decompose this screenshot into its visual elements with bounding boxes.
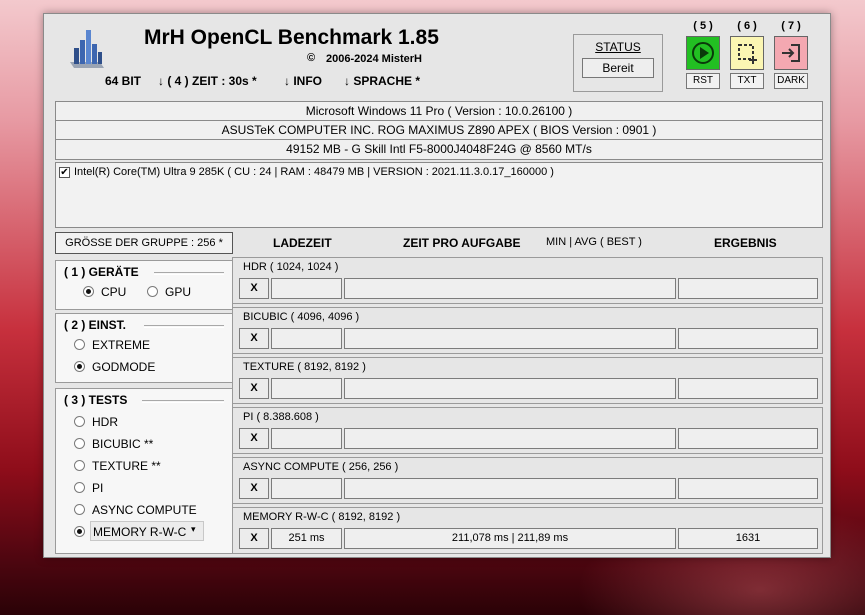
- result-cell: [678, 278, 818, 299]
- txt-export-button[interactable]: [730, 36, 764, 70]
- copyright-icon: ©: [307, 52, 316, 64]
- test-title: HDR ( 1024, 1024 ): [243, 261, 339, 273]
- clear-button[interactable]: X: [239, 528, 269, 549]
- test-radio-texture[interactable]: [74, 460, 85, 471]
- bits-label: 64 BIT: [105, 74, 142, 88]
- col-load-time: LADEZEIT: [273, 236, 332, 250]
- dark-label[interactable]: DARK: [774, 73, 808, 89]
- memory-test-select[interactable]: MEMORY R-W-C ▾: [90, 521, 204, 541]
- test-panel-texture: TEXTURE ( 8192, 8192 ) X: [232, 357, 823, 404]
- test-radio-pi[interactable]: [74, 482, 85, 493]
- status-box: STATUS Bereit: [573, 34, 663, 92]
- load-time-cell: 251 ms: [271, 528, 342, 549]
- tool-number-6: ( 6 ): [737, 20, 757, 32]
- main-window: MrH OpenCL Benchmark 1.85 © 2006-2024 Mi…: [43, 13, 831, 558]
- test-label-async: ASYNC COMPUTE: [92, 503, 197, 517]
- col-time-per-task: ZEIT PRO AUFGABE: [403, 236, 521, 250]
- sign-in-icon: [782, 44, 800, 62]
- load-time-cell: [271, 428, 342, 449]
- time-per-task-cell: [344, 378, 676, 399]
- test-radio-memory[interactable]: [74, 526, 85, 537]
- test-title: PI ( 8.388.608 ): [243, 411, 319, 423]
- test-panel-async-compute: ASYNC COMPUTE ( 256, 256 ) X: [232, 457, 823, 504]
- col-min-avg: MIN | AVG ( BEST ): [546, 236, 642, 248]
- extreme-label: EXTREME: [92, 338, 151, 352]
- settings-group: ( 2 ) EINST. EXTREME GODMODE: [55, 313, 233, 383]
- gpu-radio[interactable]: [147, 286, 158, 297]
- run-button[interactable]: [686, 36, 720, 70]
- rst-label[interactable]: RST: [686, 73, 720, 89]
- clear-button[interactable]: X: [239, 378, 269, 399]
- test-radio-bicubic[interactable]: [74, 438, 85, 449]
- test-label-texture: TEXTURE **: [92, 459, 161, 473]
- status-value: Bereit: [582, 58, 654, 78]
- godmode-label: GODMODE: [92, 360, 156, 374]
- time-per-task-cell: [344, 328, 676, 349]
- test-label-hdr: HDR: [92, 415, 118, 429]
- godmode-radio[interactable]: [74, 361, 85, 372]
- copyright-text: 2006-2024 MisterH: [326, 53, 423, 65]
- col-result: ERGEBNIS: [714, 236, 777, 250]
- devices-group-title: ( 1 ) GERÄTE: [64, 265, 139, 279]
- test-label-pi: PI: [92, 481, 104, 495]
- time-per-task-cell: [344, 428, 676, 449]
- device-list: ✔ Intel(R) Core(TM) Ultra 9 285K ( CU : …: [55, 162, 823, 228]
- tests-group: ( 3 ) TESTS HDR BICUBIC ** TEXTURE ** PI…: [55, 388, 233, 554]
- test-label-memory: MEMORY R-W-C: [93, 525, 187, 539]
- test-radio-async[interactable]: [74, 504, 85, 515]
- test-radio-hdr[interactable]: [74, 416, 85, 427]
- chevron-down-icon: ▾: [191, 524, 196, 534]
- clear-button[interactable]: X: [239, 478, 269, 499]
- time-per-task-cell: [344, 478, 676, 499]
- test-label-bicubic: BICUBIC **: [92, 437, 154, 451]
- dark-mode-button[interactable]: [774, 36, 808, 70]
- device-checkbox[interactable]: ✔: [59, 167, 70, 178]
- cpu-radio[interactable]: [83, 286, 94, 297]
- extreme-radio[interactable]: [74, 339, 85, 350]
- test-title: TEXTURE ( 8192, 8192 ): [243, 361, 366, 373]
- test-panel-pi: PI ( 8.388.608 ) X: [232, 407, 823, 454]
- test-title: BICUBIC ( 4096, 4096 ): [243, 311, 360, 323]
- tool-number-5: ( 5 ): [693, 20, 713, 32]
- group-size-button[interactable]: GRÖSSE DER GRUPPE : 256 *: [55, 232, 233, 254]
- time-per-task-cell: [344, 278, 676, 299]
- txt-label[interactable]: TXT: [730, 73, 764, 89]
- os-info: Microsoft Windows 11 Pro ( Version : 10.…: [55, 101, 823, 121]
- result-cell: [678, 328, 818, 349]
- time-per-task-cell: 211,078 ms | 211,89 ms: [344, 528, 676, 549]
- selection-plus-icon: [738, 44, 757, 64]
- clear-button[interactable]: X: [239, 428, 269, 449]
- language-menu[interactable]: ↓ SPRACHE *: [344, 74, 420, 88]
- board-info: ASUSTeK COMPUTER INC. ROG MAXIMUS Z890 A…: [55, 120, 823, 140]
- clear-button[interactable]: X: [239, 278, 269, 299]
- test-title: ASYNC COMPUTE ( 256, 256 ): [243, 461, 399, 473]
- result-cell: [678, 378, 818, 399]
- test-panel-bicubic: BICUBIC ( 4096, 4096 ) X: [232, 307, 823, 354]
- bar-chart-logo-icon: [66, 26, 106, 70]
- load-time-cell: [271, 278, 342, 299]
- info-menu[interactable]: ↓ INFO: [284, 74, 322, 88]
- memory-info: 49152 MB - G Skill Intl F5-8000J4048F24G…: [55, 139, 823, 160]
- status-label: STATUS: [595, 40, 641, 54]
- test-title: MEMORY R-W-C ( 8192, 8192 ): [243, 511, 401, 523]
- result-cell: [678, 428, 818, 449]
- load-time-cell: [271, 378, 342, 399]
- app-title: MrH OpenCL Benchmark 1.85: [144, 26, 439, 49]
- settings-group-title: ( 2 ) EINST.: [64, 318, 127, 332]
- test-panel-hdr: HDR ( 1024, 1024 ) X: [232, 257, 823, 304]
- result-cell: [678, 478, 818, 499]
- load-time-cell: [271, 478, 342, 499]
- play-icon: [692, 42, 714, 64]
- result-cell: 1631: [678, 528, 818, 549]
- tests-group-title: ( 3 ) TESTS: [64, 393, 128, 407]
- clear-button[interactable]: X: [239, 328, 269, 349]
- devices-group: ( 1 ) GERÄTE CPU GPU: [55, 260, 233, 310]
- cpu-label: CPU: [101, 285, 127, 299]
- load-time-cell: [271, 328, 342, 349]
- time-menu[interactable]: ↓ ( 4 ) ZEIT : 30s *: [158, 74, 257, 88]
- tool-number-7: ( 7 ): [781, 20, 801, 32]
- device-label: Intel(R) Core(TM) Ultra 9 285K ( CU : 24…: [74, 166, 554, 178]
- gpu-label: GPU: [165, 285, 192, 299]
- test-panel-memory-rwc: MEMORY R-W-C ( 8192, 8192 ) X 251 ms 211,07…: [232, 507, 823, 554]
